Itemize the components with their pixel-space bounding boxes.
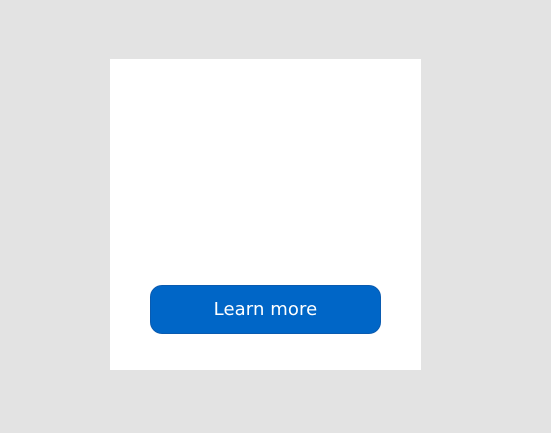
content-card: Learn more [110,59,421,370]
learn-more-button[interactable]: Learn more [150,285,381,334]
page-background: { "card": { "button_label": "Learn more"… [0,0,551,433]
